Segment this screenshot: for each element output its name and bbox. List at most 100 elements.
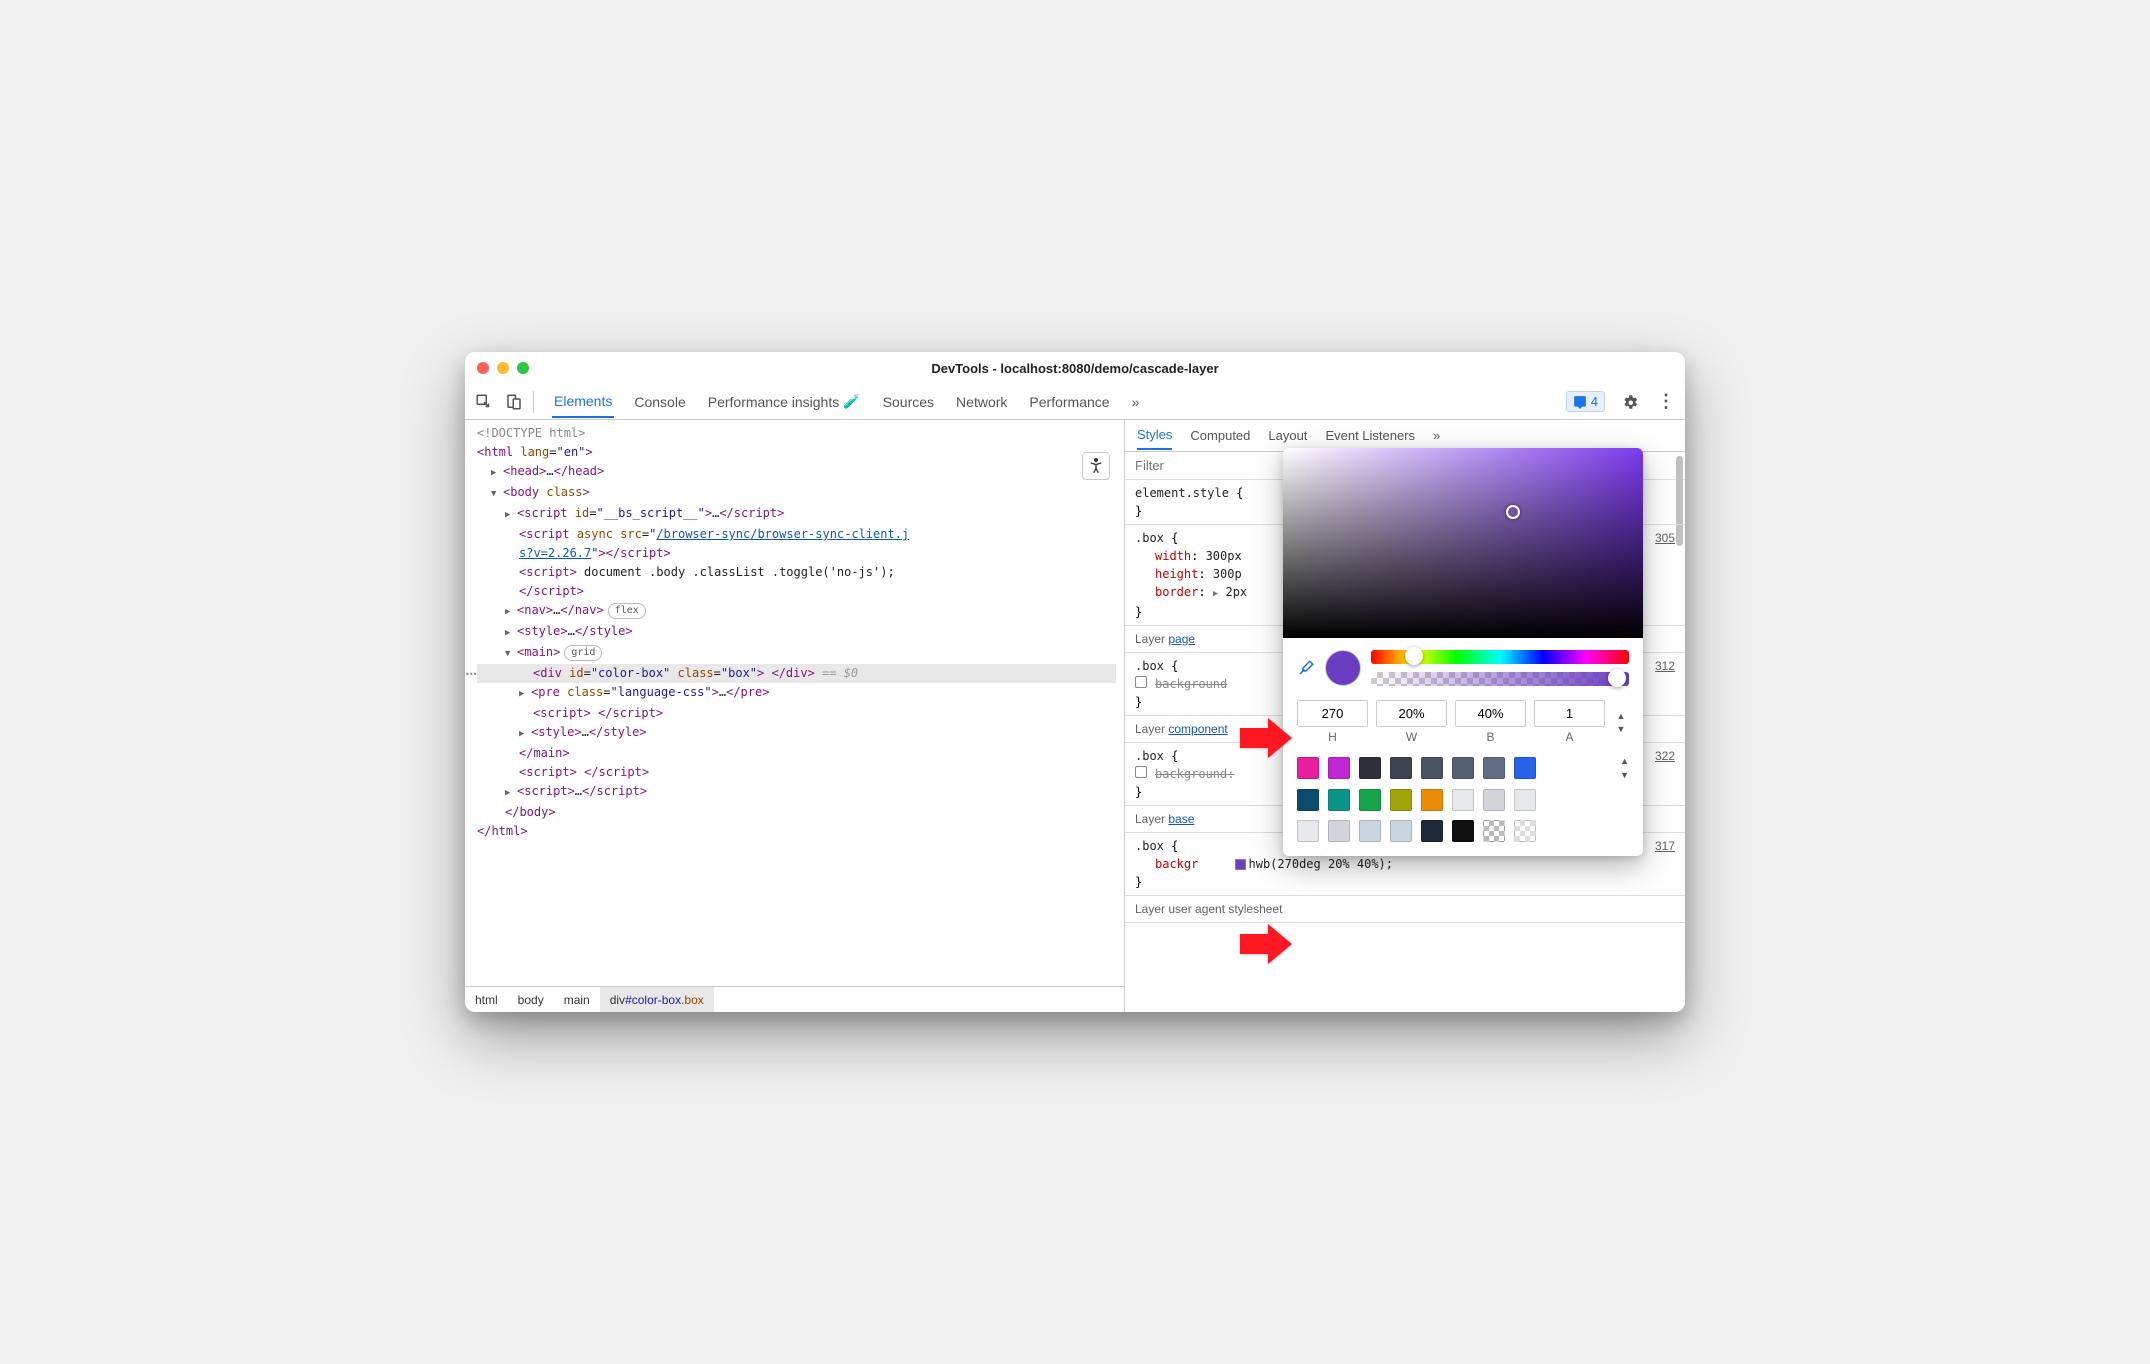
rule-source-link[interactable]: 317 — [1655, 837, 1675, 855]
disclosure-triangle-icon[interactable]: ▶ — [505, 784, 515, 803]
palette-swatch[interactable] — [1421, 757, 1443, 779]
more-tabs-icon[interactable]: » — [1433, 422, 1440, 449]
layer-link[interactable]: page — [1168, 632, 1195, 646]
tab-elements[interactable]: Elements — [552, 386, 614, 418]
alpha-slider[interactable] — [1371, 672, 1629, 686]
disclosure-triangle-icon[interactable]: ▶ — [491, 464, 501, 483]
palette-swatch[interactable] — [1421, 820, 1443, 842]
dom-tree[interactable]: <!DOCTYPE html> <html lang="en"> ▶<head>… — [465, 420, 1124, 986]
dom-link-src[interactable]: s?v=2.26.7 — [519, 546, 591, 560]
blackness-label: B — [1486, 730, 1494, 744]
palette-swatch[interactable] — [1328, 789, 1350, 811]
styles-tab-layout[interactable]: Layout — [1268, 422, 1307, 449]
device-toolbar-icon[interactable] — [503, 391, 525, 413]
disclosure-triangle-icon[interactable]: ▼ — [505, 645, 515, 664]
styles-tab-styles[interactable]: Styles — [1137, 421, 1172, 450]
hue-input[interactable] — [1297, 700, 1368, 727]
minimize-window-button[interactable] — [497, 362, 509, 374]
layer-link[interactable]: base — [1168, 812, 1194, 826]
styles-tab-computed[interactable]: Computed — [1190, 422, 1250, 449]
alpha-thumb[interactable] — [1608, 669, 1626, 687]
tab-performance[interactable]: Performance — [1027, 386, 1111, 418]
toolbar-right: 4 ⋮ — [1566, 391, 1677, 413]
palette-swatch[interactable] — [1452, 820, 1474, 842]
disclosure-triangle-icon[interactable]: ▶ — [505, 506, 515, 525]
kebab-menu-icon[interactable]: ⋮ — [1655, 391, 1677, 413]
color-swatch[interactable] — [1235, 859, 1246, 870]
layout-badge-flex[interactable]: flex — [608, 603, 646, 619]
color-format-switcher[interactable]: ▲▼ — [1613, 711, 1629, 734]
experiment-icon: 🧪 — [843, 393, 860, 410]
maximize-window-button[interactable] — [517, 362, 529, 374]
palette-swatch[interactable] — [1514, 757, 1536, 779]
palette-swatch[interactable] — [1297, 789, 1319, 811]
disclosure-triangle-icon[interactable]: ▶ — [519, 725, 529, 744]
palette-swatch[interactable] — [1359, 789, 1381, 811]
palette-swatch[interactable] — [1359, 820, 1381, 842]
annotation-arrow-icon — [1238, 716, 1294, 765]
color-picker-cursor[interactable] — [1506, 505, 1520, 519]
issues-button[interactable]: 4 — [1566, 391, 1605, 412]
hue-slider[interactable] — [1371, 650, 1629, 664]
palette-swatch[interactable] — [1328, 757, 1350, 779]
dom-link-src[interactable]: /browser-sync/browser-sync-client.j — [656, 527, 909, 541]
layout-badge-grid[interactable]: grid — [564, 645, 602, 661]
color-picker-popover: H W B A ▲▼ ▲▼ — [1283, 448, 1643, 856]
layer-header-ua: Layer user agent stylesheet — [1125, 896, 1685, 923]
breadcrumb-item[interactable]: html — [465, 987, 508, 1012]
window-title: DevTools - localhost:8080/demo/cascade-l… — [465, 361, 1685, 376]
main-tabs: Elements Console Performance insights 🧪 … — [552, 386, 1558, 418]
tab-performance-insights[interactable]: Performance insights 🧪 — [706, 386, 863, 418]
rule-source-link[interactable]: 322 — [1655, 747, 1675, 765]
breadcrumb-item[interactable]: main — [554, 987, 600, 1012]
blackness-input[interactable] — [1455, 700, 1526, 727]
palette-switcher[interactable]: ▲▼ — [1620, 756, 1629, 780]
palette-swatch[interactable] — [1514, 820, 1536, 842]
inspect-element-icon[interactable] — [473, 391, 495, 413]
tab-console[interactable]: Console — [632, 386, 687, 418]
rule-source-link[interactable]: 312 — [1655, 657, 1675, 675]
color-palette: ▲▼ — [1283, 746, 1643, 856]
palette-swatch[interactable] — [1483, 820, 1505, 842]
expand-shorthand-icon[interactable]: ▶ — [1213, 589, 1218, 599]
close-window-button[interactable] — [477, 362, 489, 374]
palette-swatch[interactable] — [1483, 757, 1505, 779]
tab-network[interactable]: Network — [954, 386, 1009, 418]
styles-tab-eventlisteners[interactable]: Event Listeners — [1325, 422, 1415, 449]
palette-swatch[interactable] — [1297, 757, 1319, 779]
palette-swatch[interactable] — [1390, 820, 1412, 842]
palette-swatch[interactable] — [1297, 820, 1319, 842]
palette-swatch[interactable] — [1359, 757, 1381, 779]
accessibility-tree-icon[interactable] — [1082, 452, 1110, 480]
alpha-input[interactable] — [1534, 700, 1605, 727]
disclosure-triangle-icon[interactable]: ▶ — [519, 685, 529, 704]
palette-swatch[interactable] — [1452, 757, 1474, 779]
dom-selected-node[interactable]: <div id="color-box" class="box"> </div> … — [477, 664, 1116, 683]
settings-icon[interactable] — [1619, 391, 1641, 413]
property-checkbox[interactable] — [1135, 766, 1147, 778]
disclosure-triangle-icon[interactable]: ▼ — [491, 485, 501, 504]
layer-link[interactable]: component — [1168, 722, 1227, 736]
hue-thumb[interactable] — [1405, 647, 1423, 665]
palette-swatch[interactable] — [1390, 789, 1412, 811]
disclosure-triangle-icon[interactable]: ▶ — [505, 603, 515, 622]
disclosure-triangle-icon[interactable]: ▶ — [505, 624, 515, 643]
palette-swatch[interactable] — [1483, 789, 1505, 811]
whiteness-input[interactable] — [1376, 700, 1447, 727]
annotation-arrow-icon — [1238, 922, 1294, 971]
tab-sources[interactable]: Sources — [881, 386, 936, 418]
palette-swatch[interactable] — [1421, 789, 1443, 811]
palette-swatch[interactable] — [1390, 757, 1412, 779]
breadcrumb-item-active[interactable]: div#color-box.box — [600, 987, 714, 1012]
breadcrumb-item[interactable]: body — [508, 987, 554, 1012]
hwb-value[interactable]: hwb(270deg 20% 40%); — [1249, 857, 1394, 871]
palette-swatch[interactable] — [1452, 789, 1474, 811]
eyedropper-icon[interactable] — [1297, 659, 1315, 677]
rule-source-link[interactable]: 305 — [1655, 529, 1675, 547]
property-checkbox[interactable] — [1135, 676, 1147, 688]
window-controls — [477, 362, 529, 374]
palette-swatch[interactable] — [1328, 820, 1350, 842]
more-tabs-icon[interactable]: » — [1130, 386, 1142, 418]
color-picker-gradient[interactable] — [1283, 448, 1643, 638]
palette-swatch[interactable] — [1514, 789, 1536, 811]
